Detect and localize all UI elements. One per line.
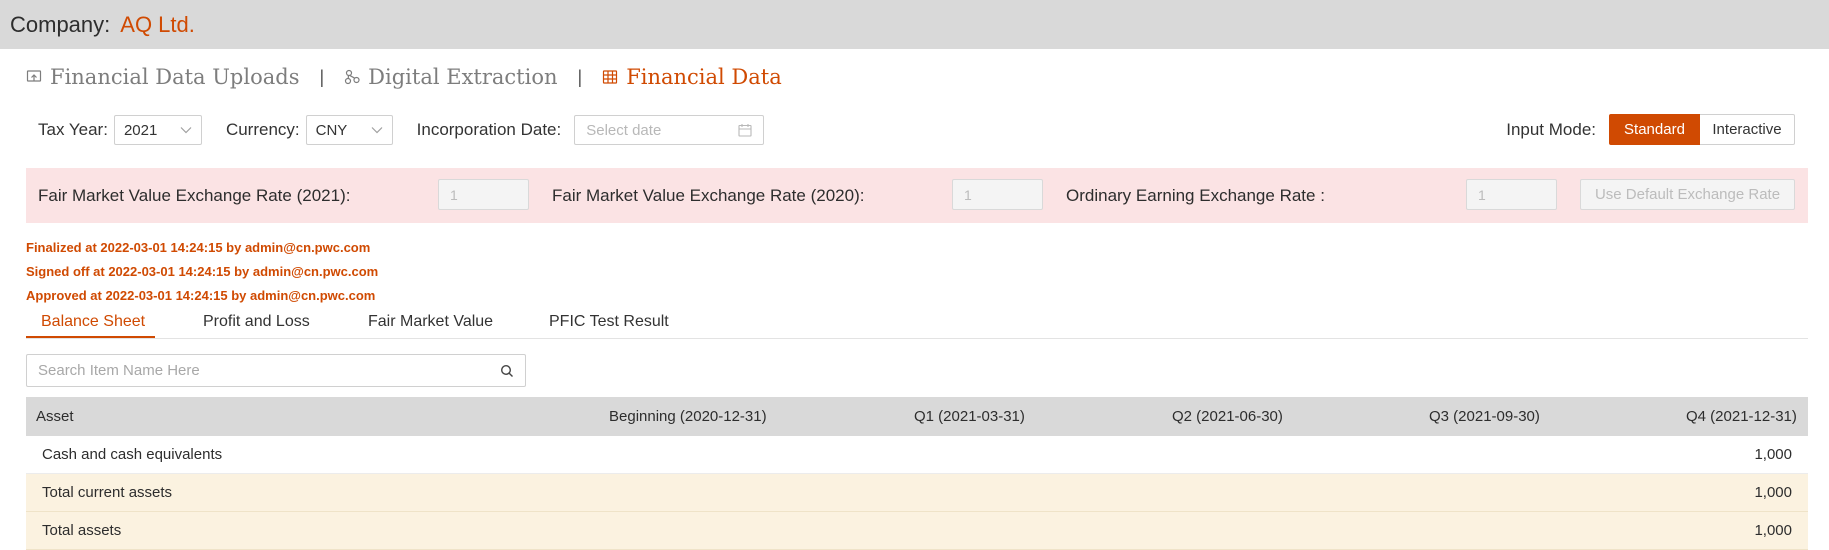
table-header: Asset Beginning (2020-12-31) Q1 (2021-03… bbox=[26, 397, 1808, 436]
extraction-icon bbox=[345, 69, 360, 85]
tax-year-select[interactable]: 2021 bbox=[113, 115, 202, 145]
active-tab-indicator bbox=[26, 336, 155, 338]
company-bar: Company: AQ Ltd. bbox=[0, 0, 1829, 49]
nav-separator: | bbox=[577, 66, 583, 87]
status-signed-off: Signed off at 2022-03-01 14:24:15 by adm… bbox=[26, 264, 379, 279]
nav-label: Financial Data bbox=[626, 65, 782, 89]
nav-label: Financial Data Uploads bbox=[50, 65, 300, 89]
column-header: Asset bbox=[36, 408, 74, 425]
status-approved: Approved at 2022-03-01 14:24:15 by admin… bbox=[26, 288, 376, 303]
ordinary-earning-label: Ordinary Earning Exchange Rate : bbox=[1066, 185, 1325, 205]
ordinary-earning-input[interactable]: 1 bbox=[1466, 179, 1557, 210]
currency-value: CNY bbox=[315, 121, 348, 139]
use-default-rate-button[interactable]: Use Default Exchange Rate bbox=[1580, 179, 1795, 210]
input-mode: Input Mode: Standard Interactive bbox=[1506, 114, 1795, 145]
incorporation-date-picker[interactable]: Select date bbox=[574, 115, 765, 145]
row-q4-value: 1,000 bbox=[1754, 484, 1792, 501]
statement-tabs: Balance Sheet Profit and Loss Fair Marke… bbox=[26, 309, 1808, 339]
table-row[interactable]: Total current assets 1,000 bbox=[26, 474, 1808, 512]
mode-standard-button[interactable]: Standard bbox=[1609, 114, 1700, 145]
currency-label: Currency: bbox=[225, 120, 300, 139]
company-name[interactable]: AQ Ltd. bbox=[120, 12, 195, 38]
table-icon bbox=[603, 70, 618, 84]
row-item-name: Cash and cash equivalents bbox=[42, 446, 223, 463]
tab-pfic-test-result[interactable]: PFIC Test Result bbox=[549, 313, 669, 331]
status-finalized: Finalized at 2022-03-01 14:24:15 by admi… bbox=[26, 240, 371, 255]
item-search-box bbox=[26, 354, 526, 387]
column-header: Q3 (2021-09-30) bbox=[1429, 408, 1540, 425]
company-label: Company: bbox=[10, 11, 111, 37]
currency-select[interactable]: CNY bbox=[305, 115, 393, 145]
column-header: Q4 (2021-12-31) bbox=[1686, 408, 1797, 425]
tab-profit-and-loss[interactable]: Profit and Loss bbox=[203, 313, 310, 331]
fmv-2021-input[interactable]: 1 bbox=[438, 179, 529, 210]
column-header: Beginning (2020-12-31) bbox=[609, 408, 767, 425]
filter-bar: Tax Year: 2021 Currency: CNY Incorporati… bbox=[38, 115, 765, 145]
mode-interactive-button[interactable]: Interactive bbox=[1700, 114, 1795, 145]
table-row[interactable]: Cash and cash equivalents 1,000 bbox=[26, 436, 1808, 474]
tab-fair-market-value[interactable]: Fair Market Value bbox=[368, 313, 493, 331]
tax-year-value: 2021 bbox=[123, 121, 158, 139]
chevron-down-icon bbox=[371, 127, 383, 134]
nav-financial-data[interactable]: Financial Data bbox=[602, 65, 782, 89]
search-input[interactable] bbox=[38, 362, 500, 379]
nav-separator: | bbox=[319, 66, 325, 87]
input-mode-label: Input Mode: bbox=[1506, 119, 1596, 139]
row-item-name: Total assets bbox=[42, 522, 122, 539]
calendar-icon bbox=[738, 124, 752, 137]
tab-balance-sheet[interactable]: Balance Sheet bbox=[41, 313, 145, 331]
upload-icon bbox=[26, 70, 42, 82]
chevron-down-icon bbox=[180, 127, 192, 134]
search-icon[interactable] bbox=[500, 364, 514, 378]
nav-digital-extraction[interactable]: Digital Extraction bbox=[344, 65, 558, 89]
fmv-2020-label: Fair Market Value Exchange Rate (2020): bbox=[552, 185, 865, 205]
table-row[interactable]: Total assets 1,000 bbox=[26, 512, 1808, 550]
tax-year-label: Tax Year: bbox=[38, 120, 108, 139]
exchange-rate-panel: Fair Market Value Exchange Rate (2021): … bbox=[26, 168, 1808, 223]
incorporation-date-label: Incorporation Date: bbox=[416, 120, 562, 139]
fmv-2021-label: Fair Market Value Exchange Rate (2021): bbox=[38, 185, 351, 205]
date-placeholder: Select date bbox=[586, 121, 662, 139]
row-item-name: Total current assets bbox=[42, 484, 173, 501]
nav-label: Digital Extraction bbox=[368, 65, 558, 89]
section-nav: Financial Data Uploads | Digital Extract… bbox=[26, 62, 782, 92]
fmv-2020-input[interactable]: 1 bbox=[952, 179, 1043, 210]
column-header: Q1 (2021-03-31) bbox=[914, 408, 1025, 425]
balance-sheet-table: Asset Beginning (2020-12-31) Q1 (2021-03… bbox=[26, 397, 1808, 550]
nav-financial-data-uploads[interactable]: Financial Data Uploads bbox=[26, 65, 299, 89]
column-header: Q2 (2021-06-30) bbox=[1172, 408, 1283, 425]
row-q4-value[interactable]: 1,000 bbox=[1754, 436, 1792, 473]
row-q4-value: 1,000 bbox=[1754, 522, 1792, 539]
